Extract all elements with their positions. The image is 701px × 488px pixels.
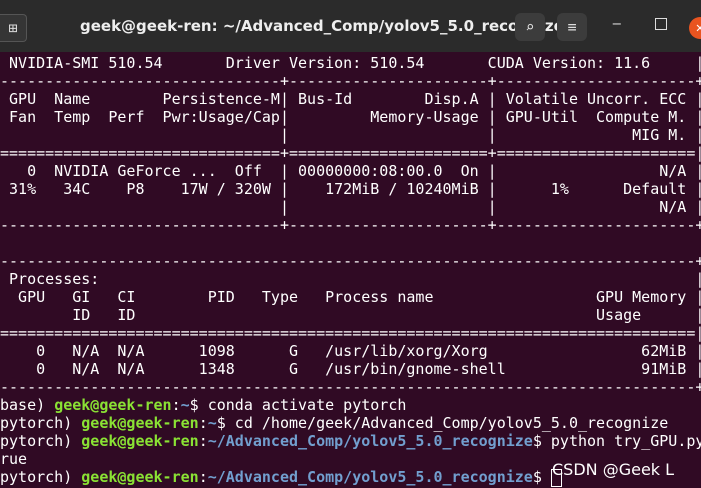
smi-line: ===============================+========… [0, 144, 701, 162]
terminal-area[interactable]: NVIDIA-SMI 510.54 Driver Version: 510.54… [0, 52, 701, 488]
window-title: geek@geek-ren: ~/Advanced_Comp/yolov5_5.… [80, 17, 564, 35]
new-tab-button[interactable]: ⊞ [0, 14, 27, 42]
conda-env: pytorch) [0, 414, 82, 432]
smi-line: ----------------------------------------… [0, 252, 701, 270]
minimize-button[interactable]: ‒ [612, 14, 622, 32]
smi-line: | | N/A | [0, 198, 701, 216]
search-button[interactable]: ⌕ [515, 13, 545, 41]
new-tab-icon: ⊞ [8, 19, 18, 37]
smi-line: -------------------------------+--------… [0, 216, 701, 234]
shell-line: base) geek@geek-ren:~$ conda activate py… [0, 396, 407, 414]
command: $ python try_GPU.py [532, 432, 701, 450]
command-output: rue [0, 450, 28, 468]
smi-line: GPU Name Persistence-M| Bus-Id Disp.A | … [0, 90, 701, 108]
smi-line: GPU GI CI PID Type Process name GPU Memo… [0, 288, 701, 306]
cwd: ~/Advanced_Comp/yolov5_5.0_recognize [207, 432, 533, 450]
conda-env: pytorch) [0, 468, 82, 486]
smi-line: Processes: | [0, 270, 701, 288]
user-host: geek@geek-ren [81, 468, 199, 486]
smi-line: ID ID Usage | [0, 306, 701, 324]
user-host: geek@geek-ren [54, 396, 172, 414]
user-host: geek@geek-ren [81, 432, 199, 450]
maximize-button[interactable] [655, 18, 667, 30]
smi-line: 31% 34C P8 17W / 320W | 172MiB / 10240Mi… [0, 180, 701, 198]
smi-line: 0 N/A N/A 1098 G /usr/lib/xorg/Xorg 62Mi… [0, 342, 701, 360]
smi-line: ========================================… [0, 324, 701, 342]
smi-line: Fan Temp Perf Pwr:Usage/Cap| Memory-Usag… [0, 108, 701, 126]
smi-line: | | MIG M. | [0, 126, 701, 144]
menu-button[interactable]: ≡ [557, 13, 587, 41]
smi-line: 0 NVIDIA GeForce ... Off | 00000000:08:0… [0, 162, 701, 180]
shell-line: pytorch) geek@geek-ren:~/Advanced_Comp/y… [0, 432, 701, 450]
shell-line: pytorch) geek@geek-ren:~/Advanced_Comp/y… [0, 468, 562, 487]
hamburger-menu-icon: ≡ [567, 18, 577, 36]
search-icon: ⌕ [525, 18, 535, 36]
user-host: geek@geek-ren [81, 414, 199, 432]
minimize-icon: ‒ [612, 14, 622, 32]
cwd: ~/Advanced_Comp/yolov5_5.0_recognize [207, 468, 533, 486]
smi-line: 0 N/A N/A 1348 G /usr/bin/gnome-shell 91… [0, 360, 701, 378]
cwd: ~ [180, 396, 190, 414]
smi-line: ----------------------------------------… [0, 378, 701, 396]
conda-env: pytorch) [0, 432, 82, 450]
title-bar: ⊞ geek@geek-ren: ~/Advanced_Comp/yolov5_… [0, 0, 701, 52]
close-button[interactable]: ✕ [689, 17, 701, 39]
close-icon: ✕ [695, 20, 701, 36]
smi-line: NVIDIA-SMI 510.54 Driver Version: 510.54… [0, 54, 701, 72]
cwd: ~ [207, 414, 217, 432]
conda-env: base) [0, 396, 55, 414]
command: $ cd /home/geek/Advanced_Comp/yolov5_5.0… [216, 414, 669, 432]
command: $ conda activate pytorch [189, 396, 407, 414]
shell-line: pytorch) geek@geek-ren:~$ cd /home/geek/… [0, 414, 669, 432]
smi-line: -------------------------------+--------… [0, 72, 701, 90]
watermark: CSDN @Geek L [552, 460, 675, 479]
command: $ [532, 468, 551, 486]
